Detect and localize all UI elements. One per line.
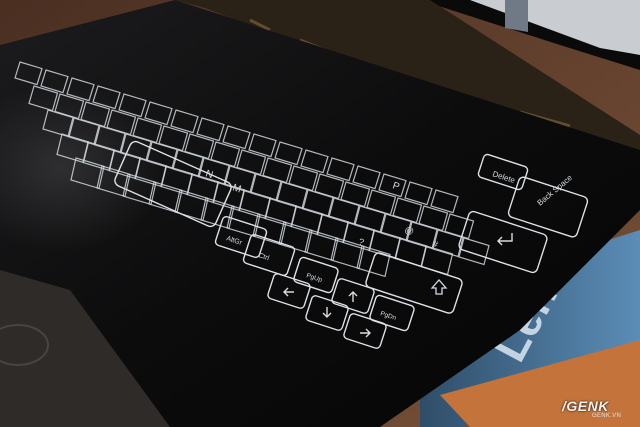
- photo-scene: Lenovo: [0, 0, 640, 427]
- watermark-logo: /GENK: [562, 398, 609, 414]
- watermark-name: GENK: [566, 398, 609, 414]
- watermark-domain: GENK.VN: [592, 413, 622, 419]
